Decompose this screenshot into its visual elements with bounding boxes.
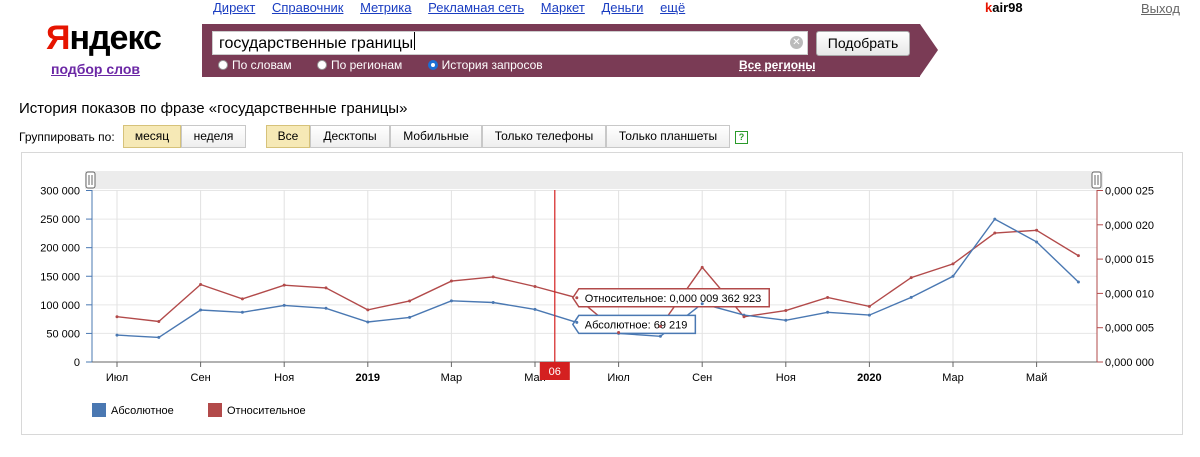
range-handle-right[interactable] [1091,171,1102,189]
absolute-point[interactable] [575,320,579,324]
left-tick-label: 100 000 [40,300,80,312]
tooltip-relative-text: Относительное: 0,000 009 362 923 [585,293,761,305]
right-tick-label: 0,000 015 [1105,254,1154,266]
absolute-point[interactable] [951,274,955,278]
absolute-point[interactable] [658,334,662,338]
absolute-point[interactable] [449,299,453,303]
relative-point[interactable] [742,315,746,319]
relative-point[interactable] [115,315,119,319]
absolute-point[interactable] [282,303,286,307]
relative-point[interactable] [199,282,203,286]
relative-point[interactable] [909,276,913,280]
relative-point[interactable] [533,285,537,289]
absolute-point[interactable] [993,217,997,221]
absolute-point[interactable] [157,335,161,339]
relative-point[interactable] [366,308,370,312]
tooltip-absolute: Абсолютное: 69 219 [571,314,697,335]
left-tick-label: 150 000 [40,271,80,283]
left-tick-label: 50 000 [46,328,80,340]
right-tick-label: 0,000 020 [1105,220,1154,232]
range-navigator[interactable] [85,171,1103,189]
absolute-point[interactable] [700,302,704,306]
tooltip-relative: Относительное: 0,000 009 362 923 [571,288,770,308]
left-tick-label: 200 000 [40,243,80,255]
absolute-point[interactable] [826,310,830,314]
chart-grid [92,190,1097,363]
relative-point[interactable] [867,304,871,308]
x-tick-label: Май [1026,372,1048,384]
tooltip-absolute-text: Абсолютное: 69 219 [585,319,688,331]
absolute-point[interactable] [1076,280,1080,284]
legend-swatch-relative [208,403,222,417]
legend-label-relative: Относительное [227,405,306,417]
absolute-point[interactable] [366,320,370,324]
x-tick-label: Июл [607,372,629,384]
absolute-point[interactable] [115,333,119,337]
relative-point[interactable] [658,324,662,328]
legend-item-relative[interactable]: Относительное [208,403,306,417]
history-chart: 0 50 000 100 000 150 000 200 000 250 000 300 0… [40,171,1154,417]
left-tick-label: 0 [74,357,80,369]
relative-point[interactable] [1035,228,1039,232]
absolute-point[interactable] [240,310,244,314]
cursor-date-label: 06 [539,362,570,380]
relative-point[interactable] [282,283,286,287]
absolute-point[interactable] [199,308,203,312]
x-tick-label: Июл [106,372,128,384]
legend-swatch-absolute [92,403,106,417]
relative-point[interactable] [157,320,161,324]
range-handle-left[interactable] [85,171,96,189]
left-tick-label: 250 000 [40,214,80,226]
left-axis-ticks: 0 50 000 100 000 150 000 200 000 250 000 300 0… [40,186,92,369]
absolute-point[interactable] [533,307,537,311]
absolute-point[interactable] [491,301,495,305]
right-axis-ticks: 0,000 000 0,000 005 0,000 010 0,000 015 0,00… [1097,186,1154,369]
legend-item-absolute[interactable]: Абсолютное [92,403,174,417]
absolute-point[interactable] [1035,240,1039,244]
absolute-point[interactable] [867,313,871,317]
x-tick-label: Мар [942,372,964,384]
x-tick-label: Ноя [776,372,796,384]
x-tick-label: Ноя [274,372,294,384]
x-tick-label: 2019 [356,372,380,384]
relative-point[interactable] [1076,254,1080,258]
relative-point[interactable] [575,296,579,300]
right-tick-label: 0,000 025 [1105,186,1154,198]
x-tick-label: Сен [692,372,712,384]
relative-point[interactable] [324,286,328,290]
relative-point[interactable] [826,296,830,300]
relative-point[interactable] [784,309,788,313]
x-tick-label: Сен [191,372,211,384]
relative-point[interactable] [449,279,453,283]
x-tick-label: Мар [441,372,463,384]
right-tick-label: 0,000 000 [1105,357,1154,369]
absolute-point[interactable] [909,295,913,299]
legend: Абсолютное Относительное [92,403,306,417]
right-tick-label: 0,000 005 [1105,323,1154,335]
absolute-point[interactable] [324,306,328,310]
relative-point[interactable] [617,331,621,335]
relative-point[interactable] [491,275,495,279]
relative-point[interactable] [951,262,955,266]
absolute-point[interactable] [784,318,788,322]
relative-point[interactable] [700,265,704,269]
x-tick-label: 2020 [857,372,881,384]
legend-label-absolute: Абсолютное [111,405,174,417]
left-tick-label: 300 000 [40,186,80,198]
x-axis-ticks: Июл Сен Ноя 2019 Мар Май Июл Сен Ноя 2020 Мар Май [106,362,1048,384]
relative-point[interactable] [993,231,997,235]
absolute-point[interactable] [408,315,412,319]
cursor-label-text: 06 [549,366,561,378]
relative-point[interactable] [240,297,244,301]
relative-point[interactable] [408,299,412,303]
right-tick-label: 0,000 010 [1105,288,1154,300]
